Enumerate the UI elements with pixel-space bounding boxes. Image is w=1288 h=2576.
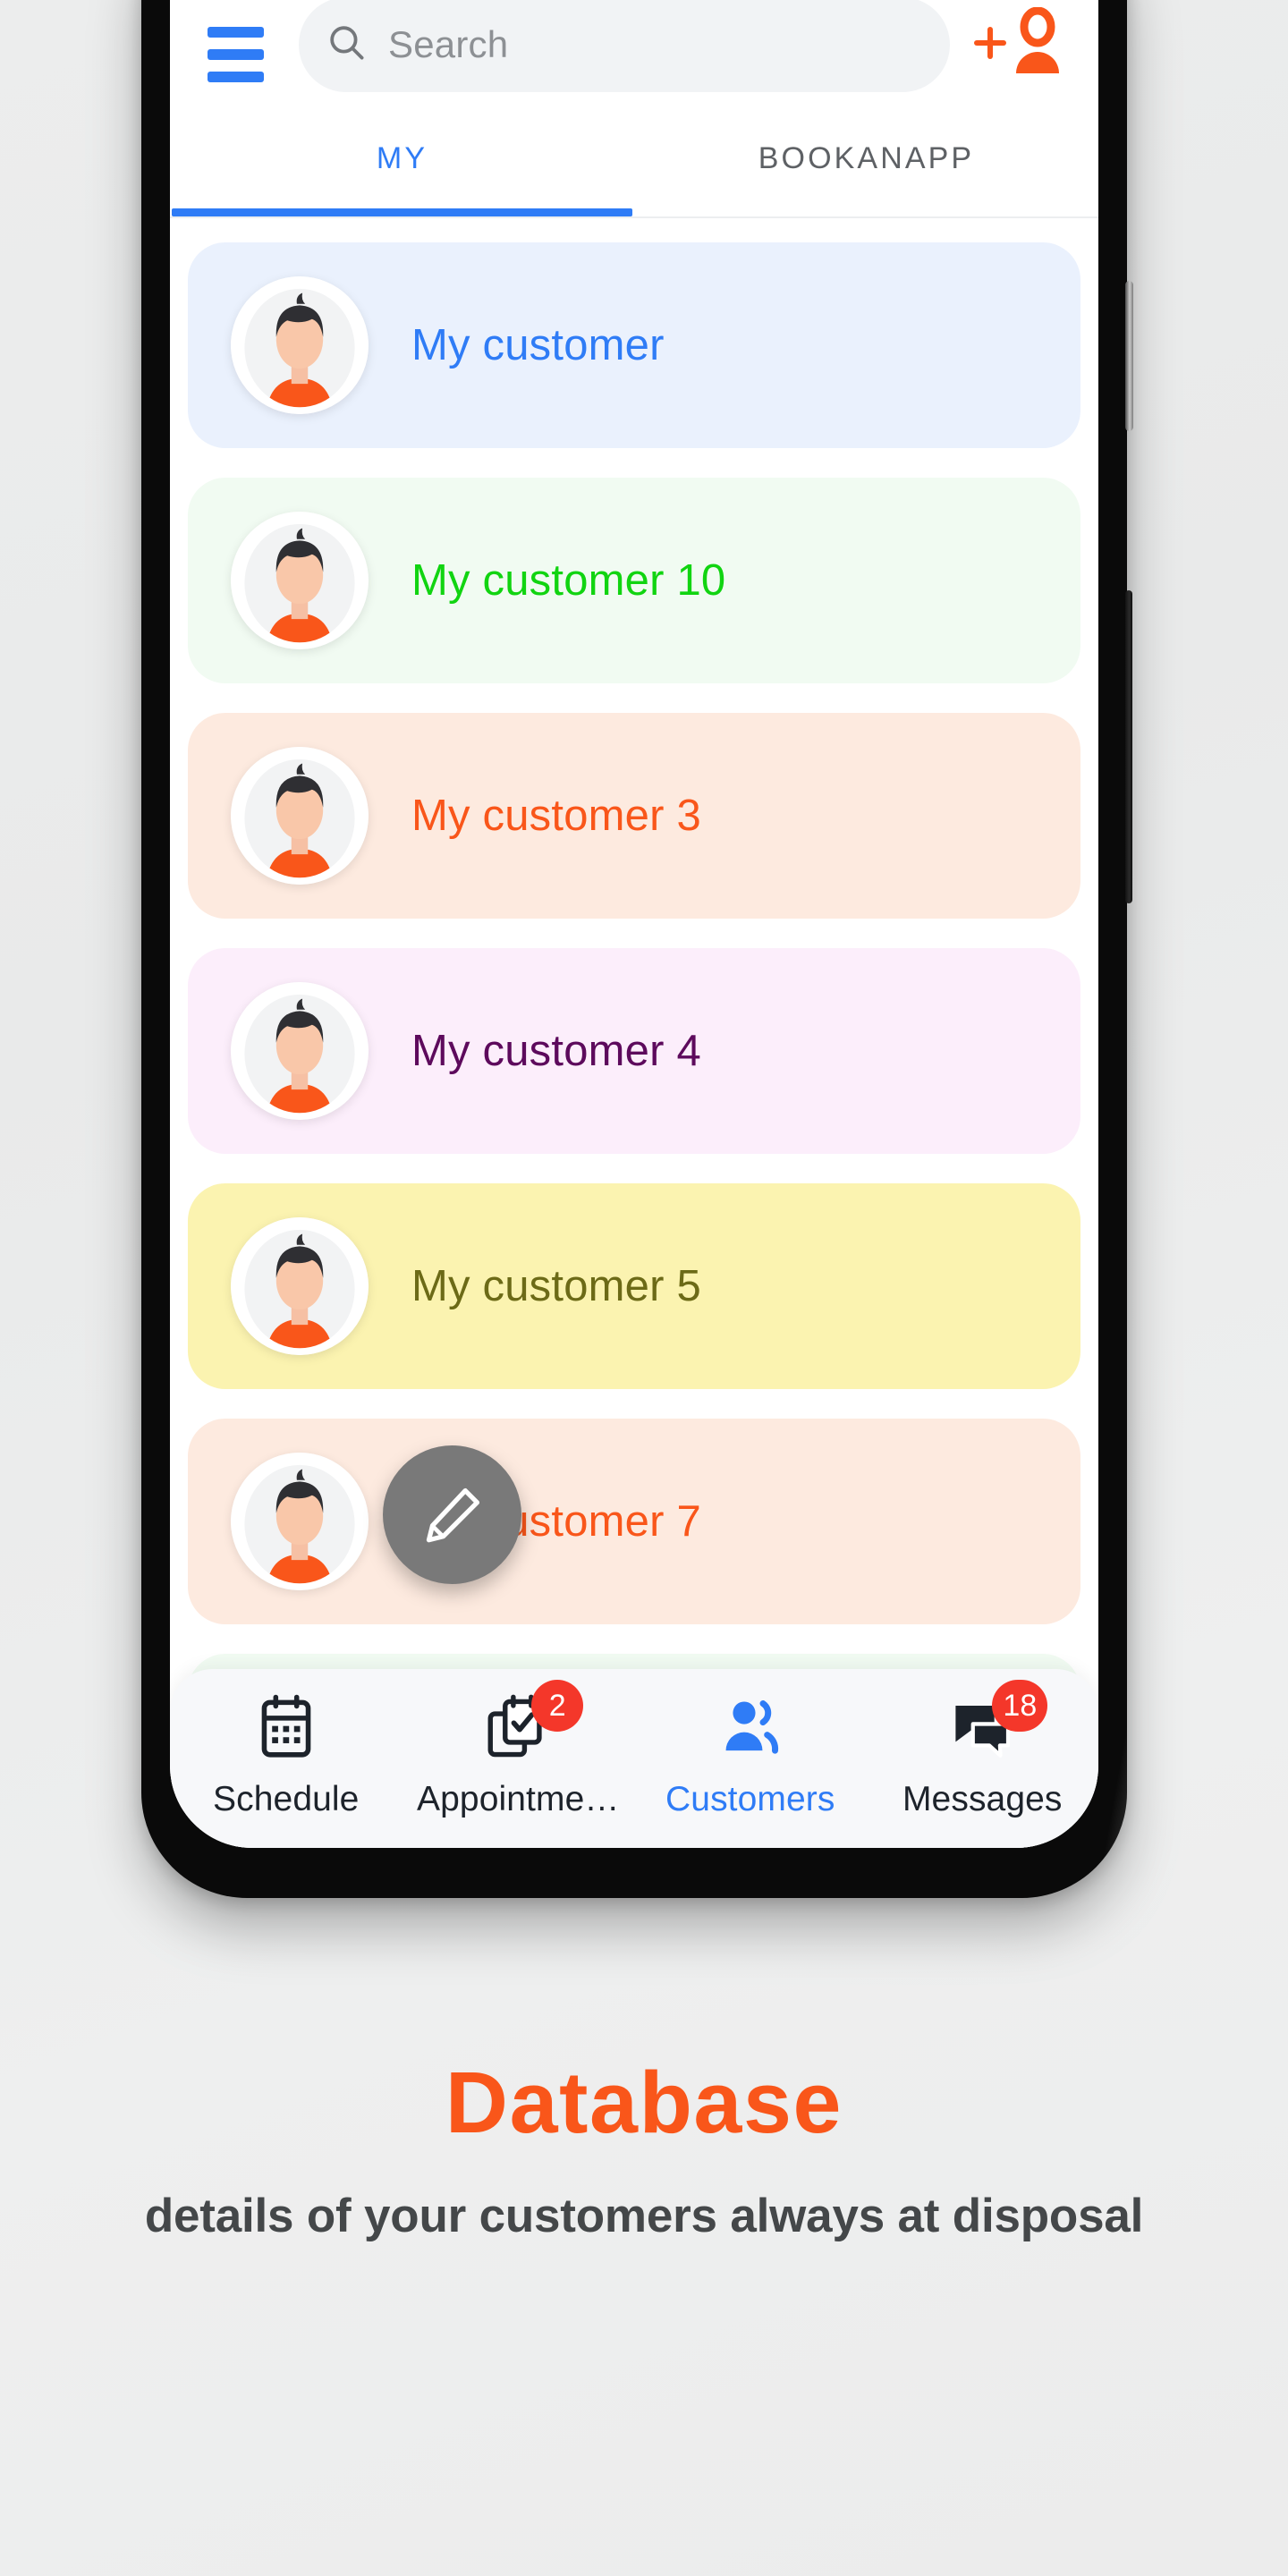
tab-bookanapp-label: BOOKANAPP	[758, 141, 975, 175]
customer-name: My customer 4	[411, 1027, 701, 1075]
nav-item-schedule[interactable]: Schedule	[170, 1669, 402, 1848]
marketing-section: Database details of your customers alway…	[0, 2054, 1288, 2248]
hamburger-bar-2	[208, 49, 264, 60]
customer-name: My customer	[411, 321, 665, 369]
nav-label-messages: Messages	[902, 1780, 1063, 1818]
tab-my-label: MY	[376, 141, 428, 175]
badge-appointments: 2	[531, 1680, 584, 1732]
search-icon	[326, 21, 369, 69]
avatar	[231, 747, 369, 885]
customer-list-item[interactable]: My customer 7	[188, 1419, 1080, 1624]
bottom-navigation-bar: Schedule 2 Appointme… Customers 18 Messa…	[170, 1669, 1098, 1848]
calendar-icon	[254, 1694, 318, 1764]
page-title: Database	[445, 2054, 843, 2151]
edit-pencil-icon[interactable]	[383, 1445, 521, 1584]
avatar	[231, 1217, 369, 1355]
avatar	[231, 512, 369, 649]
search-input[interactable]: Search	[299, 0, 950, 92]
add-person-icon[interactable]	[966, 6, 1072, 83]
people-icon	[716, 1694, 784, 1764]
phone-screen: Search MY BOOKANAPP My customer My custo…	[170, 0, 1098, 1848]
customer-name: My customer 10	[411, 556, 726, 605]
hamburger-bar-1	[208, 27, 264, 38]
nav-item-customers[interactable]: Customers	[634, 1669, 867, 1848]
search-placeholder: Search	[388, 23, 509, 65]
phone-device-frame: Search MY BOOKANAPP My customer My custo…	[141, 0, 1133, 1898]
customer-list-item[interactable]: My customer	[188, 242, 1080, 448]
badge-messages: 18	[992, 1680, 1048, 1732]
customer-name: My customer 3	[411, 792, 701, 840]
avatar	[231, 1453, 369, 1590]
customer-list-item[interactable]: My customer 3	[188, 713, 1080, 919]
hamburger-menu-icon[interactable]	[197, 22, 283, 87]
hamburger-bar-3	[208, 72, 264, 82]
nav-item-messages[interactable]: 18 Messages	[867, 1669, 1099, 1848]
nav-item-appointments[interactable]: 2 Appointme…	[402, 1669, 635, 1848]
customer-list[interactable]: My customer My customer 10 My customer 3…	[170, 220, 1098, 1848]
app-header: Search	[170, 0, 1098, 108]
customer-list-item[interactable]: My customer 10	[188, 478, 1080, 683]
tab-bookanapp[interactable]: BOOKANAPP	[634, 108, 1098, 216]
tab-my[interactable]: MY	[170, 108, 634, 216]
nav-label-appointments: Appointme…	[417, 1780, 620, 1818]
nav-label-customers: Customers	[665, 1780, 835, 1818]
avatar	[231, 276, 369, 414]
phone-power-button[interactable]	[1125, 281, 1133, 431]
customer-list-item[interactable]: My customer 5	[188, 1183, 1080, 1389]
nav-label-schedule: Schedule	[213, 1780, 360, 1818]
clipboard-check-icon: 2	[485, 1680, 584, 1764]
customer-list-item[interactable]: My customer 4	[188, 948, 1080, 1154]
phone-volume-button[interactable]	[1125, 590, 1132, 903]
customer-name: My customer 5	[411, 1262, 701, 1310]
tab-bar: MY BOOKANAPP	[170, 108, 1098, 218]
chat-bubble-icon: 18	[949, 1680, 1048, 1764]
page-subtitle: details of your customers always at disp…	[144, 2189, 1144, 2242]
avatar	[231, 982, 369, 1120]
